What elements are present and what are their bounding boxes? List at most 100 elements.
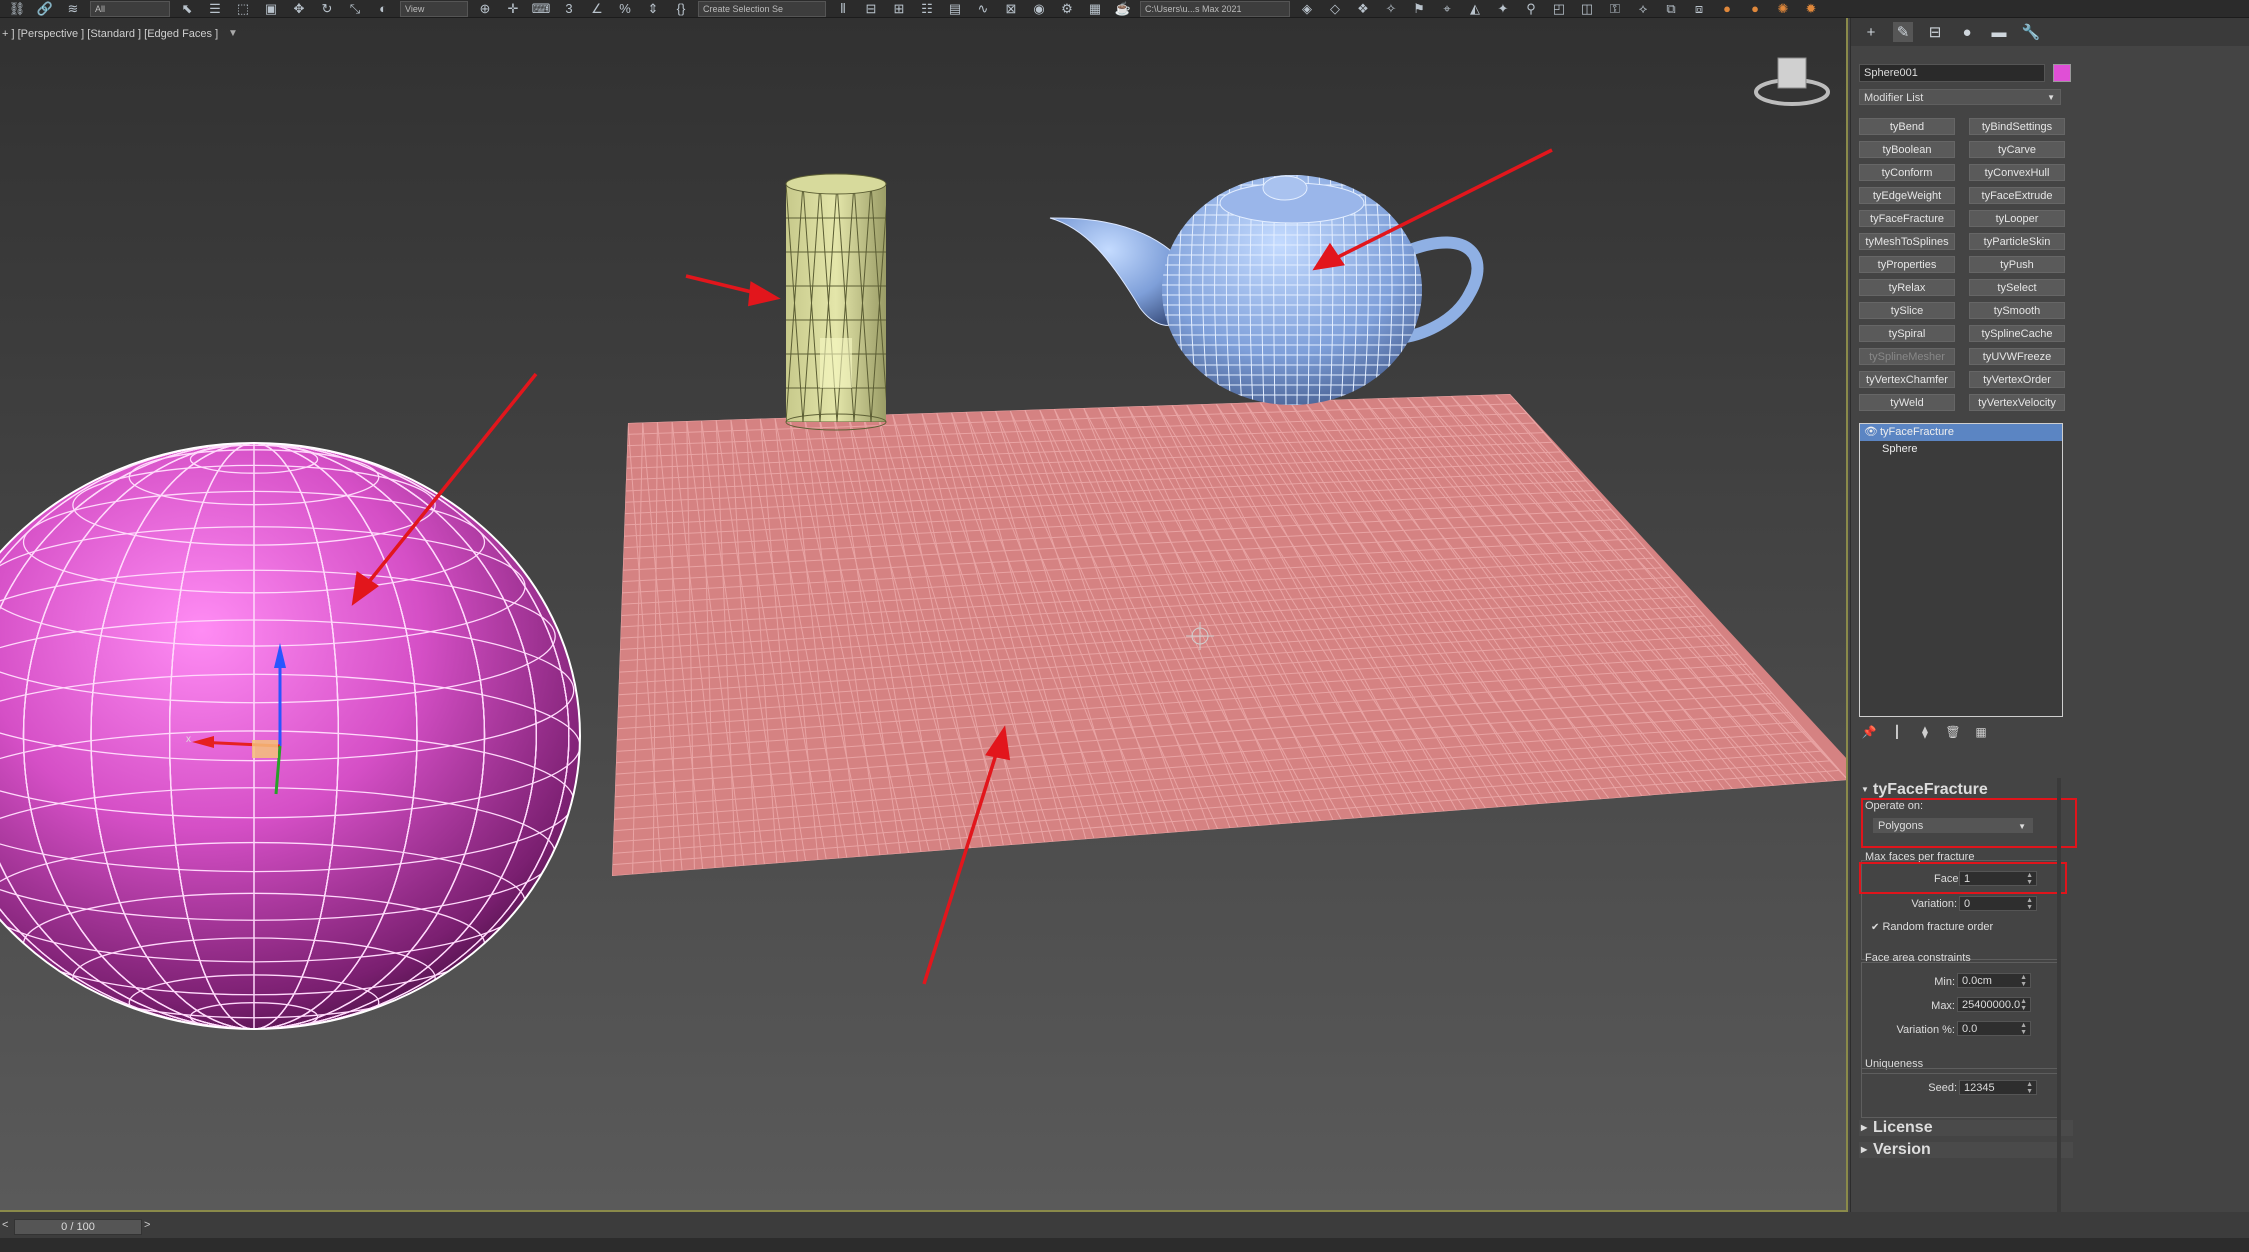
named-selection-set-dropdown[interactable]: Create Selection Se xyxy=(698,0,826,17)
tyflow-icon-4[interactable]: ✧ xyxy=(1380,1,1402,17)
modifier-button-tyspiral[interactable]: tySpiral xyxy=(1859,325,1955,342)
angle-snap-icon[interactable]: ∠ xyxy=(586,1,608,17)
next-frame-button[interactable]: > xyxy=(144,1219,150,1231)
layer-explorer-icon[interactable]: ☷ xyxy=(916,1,938,17)
modifier-button-tyconform[interactable]: tyConform xyxy=(1859,164,1955,181)
render-production-icon[interactable]: ☕ xyxy=(1112,1,1134,17)
tyflow-icon-1[interactable]: ◈ xyxy=(1296,1,1318,17)
display-tab-icon[interactable]: ▬ xyxy=(1989,22,2009,42)
modifier-button-tyconvexhull[interactable]: tyConvexHull xyxy=(1969,164,2065,181)
select-rotate-icon[interactable]: ↻ xyxy=(316,1,338,17)
modifier-button-tyfacefracture[interactable]: tyFaceFracture xyxy=(1859,210,1955,227)
motion-tab-icon[interactable]: ● xyxy=(1957,22,1977,42)
snaps-toggle-icon[interactable]: 3 xyxy=(558,1,580,17)
area-variation-spinner[interactable]: 0.0 ▲ ▼ xyxy=(1957,1021,2031,1036)
spinner-arrows-icon[interactable]: ▲ ▼ xyxy=(2020,974,2027,988)
pin-stack-icon[interactable]: 📌 xyxy=(1861,724,1877,740)
tyflow-icon-14[interactable]: ⧉ xyxy=(1660,1,1682,17)
utilities-tab-icon[interactable]: 🔧 xyxy=(2021,22,2041,42)
spinner-arrows-icon[interactable]: ▲ ▼ xyxy=(2020,1022,2027,1036)
tyflow-icon-9[interactable]: ⚲ xyxy=(1520,1,1542,17)
edit-named-selection-icon[interactable]: {} xyxy=(670,1,692,17)
spinner-arrows-icon[interactable]: ▲ ▼ xyxy=(2020,998,2027,1011)
modifier-button-tybindsettings[interactable]: tyBindSettings xyxy=(1969,118,2065,135)
modifier-button-tyselect[interactable]: tySelect xyxy=(1969,279,2065,296)
min-spinner[interactable]: 0.0cm ▲ ▼ xyxy=(1957,973,2031,988)
modifier-button-tyrelax[interactable]: tyRelax xyxy=(1859,279,1955,296)
perspective-viewport[interactable]: x + ] [Perspective ] [Standard ] [Edged … xyxy=(0,18,1848,1212)
modifier-button-tysplinemesher[interactable]: tySplineMesher xyxy=(1859,348,1955,365)
modifier-button-tylooper[interactable]: tyLooper xyxy=(1969,210,2065,227)
select-object-icon[interactable]: ⬉ xyxy=(176,1,198,17)
panel-scrollbar[interactable] xyxy=(2057,778,2061,1218)
configure-modifier-sets-icon[interactable]: ▦ xyxy=(1973,724,1989,740)
ribbon-icon[interactable]: ▤ xyxy=(944,1,966,17)
tyflow-icon-7[interactable]: ◭ xyxy=(1464,1,1486,17)
spinner-arrows-icon[interactable]: ▲ ▼ xyxy=(2026,897,2033,911)
remove-modifier-icon[interactable]: 🗑 xyxy=(1945,724,1961,740)
render-setup-icon[interactable]: ⚙ xyxy=(1056,1,1078,17)
seed-spinner[interactable]: 12345 ▲ ▼ xyxy=(1959,1080,2037,1095)
modifier-button-tyuvwfreeze[interactable]: tyUVWFreeze xyxy=(1969,348,2065,365)
arnold-icon-2[interactable]: ● xyxy=(1744,1,1766,17)
rollout-header-license[interactable]: ▶ License xyxy=(1859,1120,2073,1136)
modifier-button-tyboolean[interactable]: tyBoolean xyxy=(1859,141,1955,158)
link-icon[interactable]: ⛓ xyxy=(6,1,28,17)
modifier-button-typroperties[interactable]: tyProperties xyxy=(1859,256,1955,273)
spinner-snap-icon[interactable]: ⇕ xyxy=(642,1,664,17)
modifier-list-dropdown[interactable]: Modifier List ▼ xyxy=(1859,89,2061,105)
curve-editor-icon[interactable]: ∿ xyxy=(972,1,994,17)
create-tab-icon[interactable]: + xyxy=(1861,22,1881,42)
select-move-icon[interactable]: ✥ xyxy=(288,1,310,17)
modifier-stack[interactable]: 👁 tyFaceFracture Sphere xyxy=(1859,423,2063,717)
tyflow-icon-3[interactable]: ❖ xyxy=(1352,1,1374,17)
object-name-input[interactable]: Sphere001 xyxy=(1859,64,2045,82)
window-crossing-icon[interactable]: ▣ xyxy=(260,1,282,17)
modifier-button-typush[interactable]: tyPush xyxy=(1969,256,2065,273)
object-color-swatch[interactable] xyxy=(2053,64,2071,82)
tyflow-icon-10[interactable]: ◰ xyxy=(1548,1,1570,17)
modifier-button-tyslice[interactable]: tySlice xyxy=(1859,302,1955,319)
rollout-header-version[interactable]: ▶ Version xyxy=(1859,1142,2073,1158)
tyflow-icon-15[interactable]: ⧈ xyxy=(1688,1,1710,17)
modifier-button-tysplinecache[interactable]: tySplineCache xyxy=(1969,325,2065,342)
selection-filter-dropdown[interactable]: All xyxy=(90,0,170,17)
rollout-header-tyfacefracture[interactable]: ▼ tyFaceFracture xyxy=(1859,782,2083,798)
modifier-button-tyweld[interactable]: tyWeld xyxy=(1859,394,1955,411)
rendered-frame-window-icon[interactable]: ▦ xyxy=(1084,1,1106,17)
toggle-scene-explorer-icon[interactable]: ⊞ xyxy=(888,1,910,17)
viewport-label[interactable]: + ] [Perspective ] [Standard ] [Edged Fa… xyxy=(2,28,218,40)
eye-icon[interactable]: 👁 xyxy=(1864,424,1878,441)
keyboard-shortcut-icon[interactable]: ⌨ xyxy=(530,1,552,17)
modifier-button-tyfaceextrude[interactable]: tyFaceExtrude xyxy=(1969,187,2065,204)
prev-frame-button[interactable]: < xyxy=(2,1219,8,1231)
modifier-button-typarticleskin[interactable]: tyParticleSkin xyxy=(1969,233,2065,250)
placement-icon[interactable]: ◐ xyxy=(372,1,394,17)
teapot-object[interactable] xyxy=(1049,168,1484,415)
sphere-object[interactable] xyxy=(0,442,581,1031)
select-by-name-icon[interactable]: ☰ xyxy=(204,1,226,17)
tyflow-icon-6[interactable]: ⌖ xyxy=(1436,1,1458,17)
tyflow-icon-2[interactable]: ◇ xyxy=(1324,1,1346,17)
max-spinner[interactable]: 25400000.0 ▲ ▼ xyxy=(1957,997,2031,1012)
modifier-button-tyvertexorder[interactable]: tyVertexOrder xyxy=(1969,371,2065,388)
mirror-icon[interactable]: ⫴ xyxy=(832,1,854,17)
spinner-arrows-icon[interactable]: ▲ ▼ xyxy=(2026,1081,2033,1095)
modify-tab-icon[interactable]: ✎ xyxy=(1893,22,1913,42)
tyflow-icon-5[interactable]: ⚑ xyxy=(1408,1,1430,17)
viewcube-icon[interactable] xyxy=(1754,57,1830,106)
arnold-icon-1[interactable]: ● xyxy=(1716,1,1738,17)
arnold-icon-3[interactable]: ✺ xyxy=(1772,1,1794,17)
reference-coordinate-dropdown[interactable]: View xyxy=(400,0,468,17)
variation-spinner[interactable]: 0 ▲ ▼ xyxy=(1959,896,2037,911)
make-unique-icon[interactable]: ⧫ xyxy=(1917,724,1933,740)
hierarchy-tab-icon[interactable]: ⊟ xyxy=(1925,22,1945,42)
pivot-center-icon[interactable]: ⊕ xyxy=(474,1,496,17)
modifier-button-tyvertexvelocity[interactable]: tyVertexVelocity xyxy=(1969,394,2065,411)
plane-object[interactable] xyxy=(612,394,1848,876)
random-fracture-order-checkbox[interactable]: ✔ Random fracture order xyxy=(1871,921,1993,933)
modifier-button-tybend[interactable]: tyBend xyxy=(1859,118,1955,135)
scene-canvas[interactable]: x xyxy=(0,18,1848,1212)
time-slider[interactable]: 0 / 100 xyxy=(14,1219,142,1235)
timeline-track[interactable] xyxy=(0,1238,2249,1252)
